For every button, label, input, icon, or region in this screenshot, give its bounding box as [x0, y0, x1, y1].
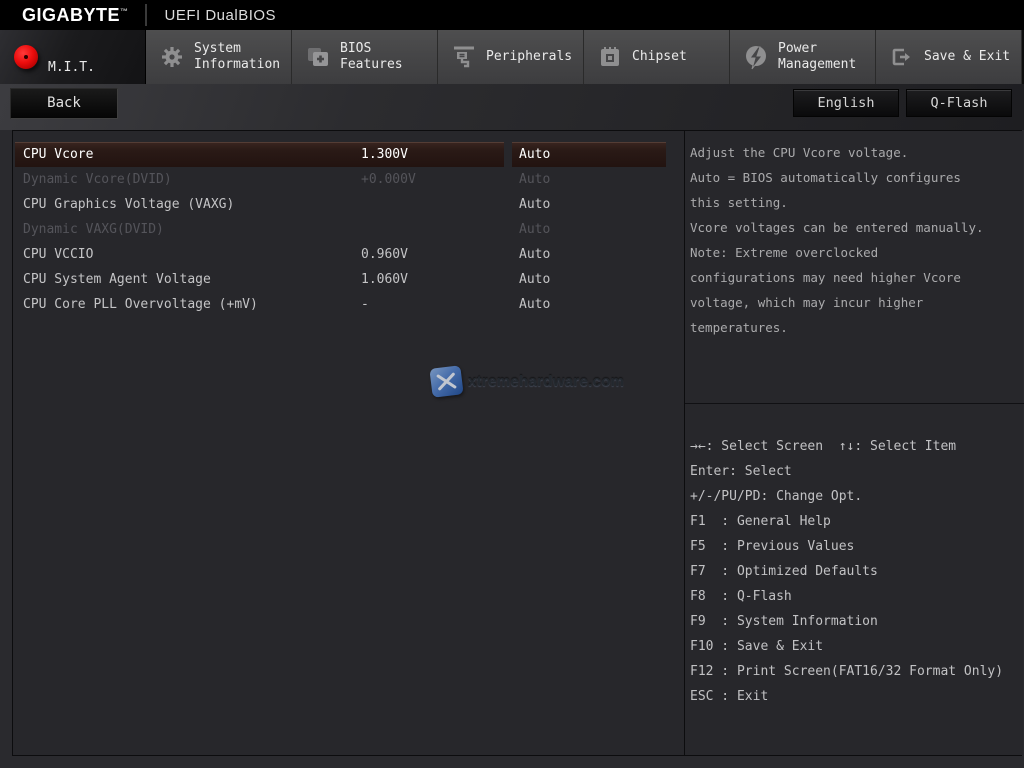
- hint-line: ESC : Exit: [690, 689, 769, 704]
- setting-option[interactable]: Auto: [519, 292, 550, 317]
- gear-icon: [159, 44, 185, 70]
- header-bar: GIGABYTE™ UEFI DualBIOS: [0, 0, 1024, 30]
- help-line: this setting.: [690, 195, 788, 210]
- tab-label: BIOS Features: [340, 41, 403, 72]
- setting-label: Dynamic Vcore(DVID): [23, 172, 172, 187]
- hint-line: F7 : Optimized Defaults: [690, 564, 878, 579]
- tab-label: Peripherals: [486, 49, 573, 64]
- setting-row-cpu-system-agent[interactable]: CPU System Agent Voltage 1.060V Auto: [13, 267, 684, 292]
- qflash-button[interactable]: Q-Flash: [906, 89, 1012, 117]
- tab-save-exit[interactable]: Save & Exit: [876, 30, 1022, 84]
- setting-row-cpu-graphics-voltage[interactable]: CPU Graphics Voltage (VAXG) Auto: [13, 192, 684, 217]
- setting-label: Dynamic VAXG(DVID): [23, 222, 164, 237]
- help-line: Auto = BIOS automatically configures: [690, 170, 961, 185]
- hint-line: F12 : Print Screen(FAT16/32 Format Only): [690, 664, 1004, 679]
- hint-line: F1 : General Help: [690, 514, 831, 529]
- setting-option[interactable]: Auto: [519, 242, 550, 267]
- peripheral-device-icon: [451, 44, 477, 70]
- setting-label: CPU Graphics Voltage (VAXG): [23, 197, 235, 212]
- setting-option[interactable]: Auto: [519, 192, 550, 217]
- chip-icon: [597, 44, 623, 70]
- folder-plus-icon: [305, 44, 331, 70]
- help-line: voltage, which may incur higher: [690, 295, 924, 310]
- setting-row-cpu-vccio[interactable]: CPU VCCIO 0.960V Auto: [13, 242, 684, 267]
- setting-value: 0.960V: [361, 247, 408, 262]
- setting-label: CPU Vcore: [23, 147, 94, 162]
- watermark-x-logo-icon: [429, 365, 464, 398]
- help-line: Adjust the CPU Vcore voltage.: [690, 145, 909, 160]
- hint-line: F8 : Q-Flash: [690, 589, 792, 604]
- info-panel: Adjust the CPU Vcore voltage. Auto = BIO…: [684, 131, 1024, 755]
- header-divider: [144, 4, 147, 26]
- toolbar: Back English Q-Flash: [0, 84, 1024, 130]
- watermark-text: xtremehardware.com: [468, 373, 625, 390]
- language-button[interactable]: English: [793, 89, 899, 117]
- tab-label: M.I.T.: [48, 60, 95, 75]
- watermark: xtremehardware.com: [429, 365, 625, 398]
- trademark: ™: [120, 6, 129, 16]
- main-panel: CPU Vcore 1.300V Auto Dynamic Vcore(DVID…: [12, 130, 1024, 756]
- tab-bar: M.I.T. System Information BIOS Features …: [0, 30, 1024, 84]
- back-button[interactable]: Back: [10, 88, 118, 119]
- setting-value: 1.060V: [361, 272, 408, 287]
- hint-line: →←: Select Screen ↑↓: Select Item: [690, 439, 957, 454]
- tab-label: Save & Exit: [924, 49, 1011, 64]
- hint-line: F10 : Save & Exit: [690, 639, 824, 654]
- setting-row-cpu-core-pll[interactable]: CPU Core PLL Overvoltage (+mV) - Auto: [13, 292, 684, 317]
- settings-list: CPU Vcore 1.300V Auto Dynamic Vcore(DVID…: [13, 131, 684, 755]
- help-text-box: Adjust the CPU Vcore voltage. Auto = BIO…: [685, 131, 1024, 404]
- setting-option[interactable]: Auto: [519, 142, 550, 167]
- hint-line: F9 : System Information: [690, 614, 878, 629]
- tab-label: Power Management: [778, 41, 857, 72]
- setting-option: Auto: [519, 172, 551, 187]
- tab-chipset[interactable]: Chipset: [584, 30, 730, 84]
- gigabyte-logo: GIGABYTE™: [22, 4, 129, 25]
- tab-mit[interactable]: M.I.T.: [0, 30, 146, 84]
- tab-peripherals[interactable]: Peripherals: [438, 30, 584, 84]
- exit-arrow-icon: [889, 44, 915, 70]
- red-disc-icon: [13, 44, 39, 70]
- setting-option[interactable]: Auto: [519, 267, 550, 292]
- setting-label: CPU VCCIO: [23, 247, 94, 262]
- setting-label: CPU Core PLL Overvoltage (+mV): [23, 297, 258, 312]
- hint-line: F5 : Previous Values: [690, 539, 855, 554]
- setting-value: 1.300V: [361, 147, 408, 162]
- tab-system-information[interactable]: System Information: [146, 30, 292, 84]
- tab-power-management[interactable]: Power Management: [730, 30, 876, 84]
- setting-option: Auto: [519, 222, 551, 237]
- hint-line: +/-/PU/PD: Change Opt.: [690, 489, 863, 504]
- setting-value: +0.000V: [361, 172, 416, 187]
- tab-label: Chipset: [632, 49, 687, 64]
- setting-row-dynamic-vaxg: Dynamic VAXG(DVID) Auto: [13, 217, 684, 242]
- setting-row-cpu-vcore[interactable]: CPU Vcore 1.300V Auto: [13, 142, 684, 167]
- setting-label: CPU System Agent Voltage: [23, 272, 211, 287]
- hint-line: Enter: Select: [690, 464, 792, 479]
- help-line: temperatures.: [690, 320, 788, 335]
- setting-row-dynamic-vcore: Dynamic Vcore(DVID) +0.000V Auto: [13, 167, 684, 192]
- setting-value: -: [361, 297, 369, 312]
- help-line: Vcore voltages can be entered manually.: [690, 220, 984, 235]
- tab-bios-features[interactable]: BIOS Features: [292, 30, 438, 84]
- lightning-circle-icon: [743, 44, 769, 70]
- help-line: configurations may need higher Vcore: [690, 270, 961, 285]
- help-line: Note: Extreme overclocked: [690, 245, 879, 260]
- firmware-title: UEFI DualBIOS: [164, 6, 277, 24]
- key-hints-box: →←: Select Screen ↑↓: Select Item Enter:…: [685, 405, 1024, 755]
- tab-label: System Information: [194, 41, 281, 72]
